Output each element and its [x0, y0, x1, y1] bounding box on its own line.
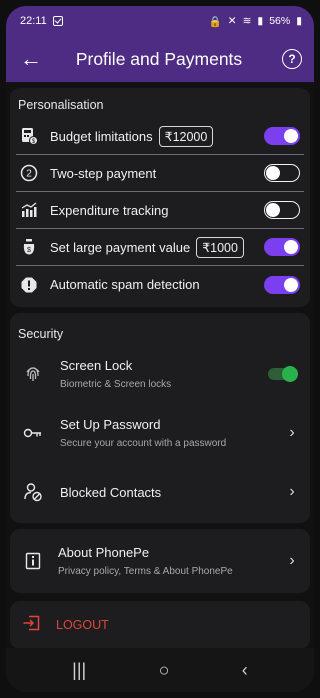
large-payment-label: Set large payment value [50, 239, 191, 255]
budget-calculator-icon: $ [16, 127, 42, 145]
status-bar: 22:11 🔒 ✕ ≋ ▮ 56% ▮ [6, 6, 314, 36]
recent-apps-icon[interactable]: ||| [72, 660, 86, 681]
toggle-knob [284, 129, 298, 143]
fingerprint-icon [20, 364, 46, 384]
blocked-user-icon [20, 482, 46, 502]
pref-row-two-step: 2 Two-step payment [16, 155, 304, 192]
mute-icon: ✕ [227, 15, 237, 27]
system-nav-bar: ||| ○ ‹ [6, 648, 314, 692]
password-row[interactable]: Set Up Password Secure your account with… [10, 401, 310, 465]
personalisation-title: Personalisation [18, 98, 104, 112]
number-two-icon: 2 [16, 164, 42, 182]
screen-lock-subtitle: Biometric & Screen locks [60, 379, 172, 390]
blocked-contacts-row[interactable]: Blocked Contacts › [10, 465, 310, 519]
money-bag-icon: $ [16, 238, 42, 256]
about-title: About PhonePe [58, 545, 150, 560]
toggle-knob [266, 165, 280, 180]
logout-card[interactable]: LOGOUT [10, 601, 310, 649]
expenditure-toggle[interactable] [264, 201, 300, 219]
lock-status-icon: 🔒 [208, 15, 222, 28]
svg-text:$: $ [27, 247, 31, 254]
help-icon[interactable]: ? [282, 49, 302, 69]
security-card: Security Screen Lock Biometric & Screen … [10, 313, 310, 523]
pref-row-large-payment: $ Set large payment value ₹1000 [16, 229, 304, 266]
signal-icon: ▮ [257, 15, 264, 27]
battery-icon: ▮ [296, 15, 302, 27]
info-document-icon [20, 552, 46, 570]
screen-lock-toggle[interactable] [268, 366, 298, 382]
app-bar: ← Profile and Payments ? [6, 36, 314, 82]
personalisation-card: Personalisation $ Budget limitations ₹12… [10, 88, 310, 307]
back-arrow-icon[interactable]: ← [20, 46, 54, 72]
two-step-label: Two-step payment [50, 165, 157, 181]
page-title: Profile and Payments [75, 48, 243, 69]
blocked-contacts-title: Blocked Contacts [60, 484, 162, 500]
bar-chart-icon [16, 201, 42, 219]
toggle-knob [284, 277, 298, 292]
pref-row-budget: $ Budget limitations ₹12000 [16, 118, 304, 155]
chevron-right-icon: › [289, 424, 295, 441]
large-payment-toggle[interactable] [264, 238, 300, 256]
pref-row-spam: Automatic spam detection [16, 266, 304, 303]
chevron-right-icon: › [289, 552, 295, 569]
toggle-knob [266, 202, 280, 217]
alert-icon [16, 276, 42, 294]
svg-text:2: 2 [26, 169, 32, 180]
logout-icon [22, 615, 44, 636]
password-title: Set Up Password [60, 417, 161, 432]
pref-row-expenditure: Expenditure tracking [16, 192, 304, 229]
spam-toggle[interactable] [264, 275, 300, 294]
chevron-right-icon: › [289, 483, 295, 500]
screen-lock-title: Screen Lock [60, 358, 133, 373]
wifi-icon: ≋ [242, 15, 252, 27]
about-card[interactable]: About PhonePe Privacy policy, Terms & Ab… [10, 529, 310, 593]
two-step-toggle[interactable] [264, 164, 300, 182]
toggle-knob [284, 240, 298, 254]
spam-label: Automatic spam detection [50, 277, 200, 292]
large-payment-amount-field[interactable]: ₹1000 [196, 236, 244, 258]
security-title: Security [18, 327, 64, 341]
screen-lock-row[interactable]: Screen Lock Biometric & Screen locks [10, 351, 310, 397]
home-icon[interactable]: ○ [159, 660, 170, 681]
password-subtitle: Secure your account with a password [60, 438, 227, 449]
key-icon [20, 427, 46, 439]
battery-percent: 56% [269, 15, 291, 27]
system-back-icon[interactable]: ‹ [242, 660, 248, 681]
expenditure-label: Expenditure tracking [50, 202, 169, 218]
phone-frame: 22:11 🔒 ✕ ≋ ▮ 56% ▮ ← Profile and Paymen… [6, 6, 314, 692]
notification-check-icon [52, 16, 63, 26]
toggle-knob [282, 366, 298, 382]
logout-label: LOGOUT [56, 618, 109, 632]
status-time: 22:11 [20, 15, 47, 27]
budget-label: Budget limitations [50, 128, 153, 144]
budget-toggle[interactable] [264, 127, 300, 145]
budget-amount-field[interactable]: ₹12000 [158, 125, 214, 147]
about-subtitle: Privacy policy, Terms & About PhonePe [58, 566, 233, 577]
